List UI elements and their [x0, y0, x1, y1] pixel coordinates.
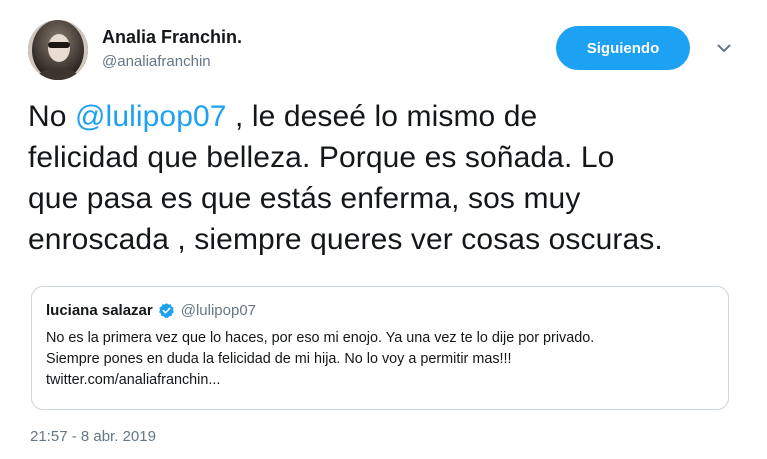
quoted-link[interactable]: twitter.com/analiafranchin...	[46, 370, 714, 391]
tweet-text-line-2: felicidad que belleza. Porque es soñada.…	[28, 141, 615, 174]
tweet-card: Analia Franchin. @analiafranchin Siguien…	[0, 0, 767, 459]
author-display-name[interactable]: Analia Franchin.	[102, 26, 242, 48]
quoted-text-line-2: Siempre pones en duda la felicidad de mi…	[46, 351, 512, 367]
verified-badge-icon	[158, 302, 174, 318]
chevron-down-icon	[717, 44, 731, 52]
mention-link[interactable]: @lulipop07	[75, 100, 227, 133]
quoted-tweet[interactable]: luciana salazar @lulipop07 No es la prim…	[31, 286, 729, 410]
tweet-text-segment: , le deseé lo mismo de	[226, 100, 538, 133]
avatar[interactable]	[28, 20, 88, 80]
following-button[interactable]: Siguiendo	[556, 26, 690, 70]
tweet-text-line-3: que pasa es que estás enferma, sos muy	[28, 182, 581, 215]
quoted-tweet-header: luciana salazar @lulipop07	[46, 300, 714, 320]
tweet-text: No @lulipop07 , le deseé lo mismo de fel…	[28, 96, 740, 260]
quoted-text-line-1: No es la primera vez que lo haces, por e…	[46, 330, 595, 346]
quoted-tweet-text: No es la primera vez que lo haces, por e…	[46, 328, 714, 391]
author-handle[interactable]: @analiafranchin	[102, 51, 242, 73]
tweet-text-line-1: No @lulipop07 , le deseé lo mismo de	[28, 96, 740, 137]
quoted-handle: @lulipop07	[180, 301, 257, 319]
tweet-timestamp[interactable]: 21:57 - 8 abr. 2019	[30, 428, 156, 445]
quoted-display-name: luciana salazar	[46, 301, 153, 319]
tweet-text-line-4: enroscada , siempre queres ver cosas osc…	[28, 223, 663, 256]
author-names: Analia Franchin. @analiafranchin	[102, 26, 242, 73]
tweet-text-segment: No	[28, 100, 75, 133]
tweet-header: Analia Franchin. @analiafranchin Siguien…	[28, 20, 740, 84]
more-options-button[interactable]	[714, 38, 734, 58]
avatar-photo	[28, 20, 88, 80]
